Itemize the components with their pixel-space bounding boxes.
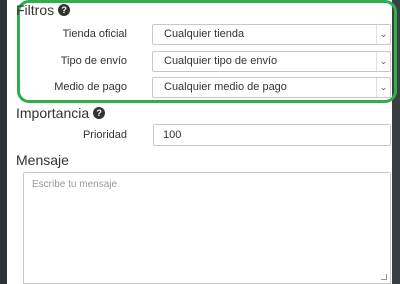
priority-input[interactable]: 100 [153, 124, 391, 146]
payment-method-label: Medio de pago [54, 81, 127, 93]
message-heading: Mensaje [16, 152, 69, 168]
payment-method-value: Cualquier medio de pago [164, 81, 287, 93]
payment-method-select[interactable]: Cualquier medio de pago ⌄ [152, 77, 391, 98]
official-store-value: Cualquier tienda [164, 28, 245, 40]
official-store-label: Tienda oficial [62, 28, 127, 40]
official-store-select[interactable]: Cualquier tienda ⌄ [152, 24, 391, 45]
importance-heading: Importancia ? [16, 105, 106, 121]
form-panel: Filtros ? Tienda oficial Cualquier tiend… [7, 0, 397, 284]
chevron-down-icon: ⌄ [376, 78, 390, 97]
message-placeholder: Escribe tu mensaje [32, 179, 118, 190]
filters-title: Filtros [16, 2, 55, 18]
question-circle-icon[interactable]: ? [58, 4, 71, 16]
priority-value: 100 [163, 129, 182, 141]
filters-heading: Filtros ? [16, 2, 71, 18]
chevron-down-icon: ⌄ [376, 52, 390, 71]
priority-label: Prioridad [82, 129, 127, 141]
shipping-type-label: Tipo de envío [60, 55, 127, 67]
chevron-down-icon: ⌄ [376, 25, 390, 44]
message-textarea[interactable]: Escribe tu mensaje [23, 172, 391, 284]
backdrop-left [0, 0, 7, 284]
message-title: Mensaje [16, 152, 69, 168]
resize-handle-icon[interactable] [381, 274, 387, 280]
shipping-type-select[interactable]: Cualquier tipo de envío ⌄ [152, 51, 391, 72]
shipping-type-value: Cualquier tipo de envío [164, 55, 278, 67]
question-circle-icon[interactable]: ? [93, 107, 106, 119]
importance-title: Importancia [16, 105, 90, 121]
